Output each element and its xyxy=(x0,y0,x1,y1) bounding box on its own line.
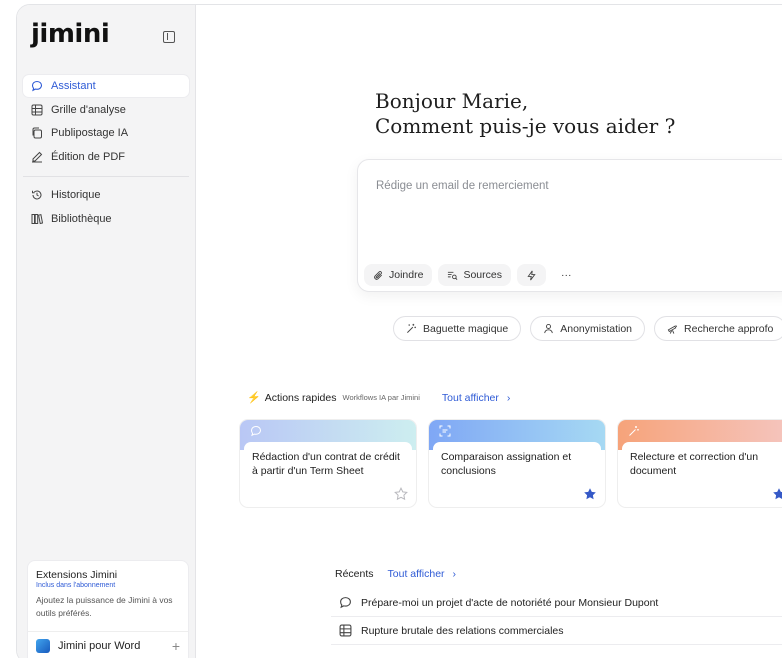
chat-bubble-icon xyxy=(340,597,351,609)
telescope-icon xyxy=(667,325,678,334)
quick-actions-cards: Rédaction d'un contrat de crédit à parti… xyxy=(239,419,782,508)
chip-recherche[interactable]: Recherche approfo xyxy=(654,316,782,341)
sources-button[interactable]: Sources xyxy=(438,264,511,286)
lightning-icon xyxy=(527,270,536,280)
sidebar-divider xyxy=(23,176,189,177)
chip-magic-wand[interactable]: Baguette magique xyxy=(393,316,522,341)
star-filled-icon[interactable] xyxy=(583,487,597,501)
attach-button[interactable]: Joindre xyxy=(364,264,433,286)
greeting: Bonjour Marie, Comment puis-je vous aide… xyxy=(375,89,675,139)
sidebar-item-grille[interactable]: Grille d'analyse xyxy=(23,99,189,121)
more-options-button[interactable]: ··· xyxy=(552,264,581,286)
copy-docs-icon xyxy=(31,127,43,139)
table-grid-icon xyxy=(31,104,43,116)
library-icon xyxy=(31,213,43,225)
chip-label: Baguette magique xyxy=(423,322,509,335)
scan-icon xyxy=(439,425,451,437)
recents-title: Récents xyxy=(335,568,374,580)
star-outline-icon[interactable] xyxy=(394,487,408,501)
chip-label: Anonymistation xyxy=(560,322,633,335)
list-item[interactable]: Prépare-moi un projet d'acte de notoriét… xyxy=(331,589,782,617)
attach-label: Joindre xyxy=(389,269,424,281)
jimini-word-extension[interactable]: Jimini pour Word + xyxy=(28,631,188,658)
sidebar-item-assistant[interactable]: Assistant xyxy=(23,75,189,97)
chat-bubble-icon xyxy=(31,80,43,92)
search-list-icon xyxy=(448,271,458,280)
card-label: Rédaction d'un contrat de crédit à parti… xyxy=(244,442,412,503)
greeting-line-2: Comment puis-je vous aider ? xyxy=(375,114,676,138)
recent-label: Rupture brutale des relations commercial… xyxy=(361,624,564,637)
sidebar-item-label: Grille d'analyse xyxy=(51,103,126,116)
prompt-input[interactable]: Rédige un email de remerciement xyxy=(376,180,549,192)
word-icon xyxy=(36,639,50,653)
sidebar-item-label: Édition de PDF xyxy=(51,150,125,163)
history-icon xyxy=(31,189,43,201)
quick-actions-title: Actions rapides xyxy=(264,391,337,404)
card-label: Relecture et correction d'un document xyxy=(622,442,782,503)
collapse-sidebar-icon[interactable] xyxy=(163,31,175,43)
chevron-right-icon: › xyxy=(452,568,457,580)
magic-wand-icon xyxy=(407,323,416,333)
app-window: jimini Assistant Grille d'analyse Publip… xyxy=(16,4,782,658)
recent-label: Prépare-moi un projet d'acte de notoriét… xyxy=(361,596,659,609)
quick-action-card[interactable]: Relecture et correction d'un document xyxy=(617,419,782,508)
extensions-title: Extensions Jimini xyxy=(36,569,118,581)
recents-see-all-link[interactable]: Tout afficher xyxy=(388,568,445,580)
sidebar-item-label: Historique xyxy=(51,189,101,201)
list-item[interactable]: Rupture brutale des relations commercial… xyxy=(331,617,782,645)
sidebar: jimini Assistant Grille d'analyse Publip… xyxy=(17,5,196,658)
sidebar-item-label: Publipostage IA xyxy=(51,127,129,139)
sidebar-item-label: Assistant xyxy=(51,80,96,92)
quick-actions-header: ⚡ Actions rapides Workflows IA par Jimin… xyxy=(247,391,511,405)
sources-label: Sources xyxy=(463,269,502,281)
sidebar-item-label: Bibliothèque xyxy=(51,212,112,225)
extension-label: Jimini pour Word xyxy=(58,640,141,652)
sidebar-item-bibliotheque[interactable]: Bibliothèque xyxy=(23,208,189,230)
chip-label: Recherche approfo xyxy=(684,322,774,335)
chip-anonymisation[interactable]: Anonymistation xyxy=(530,316,646,341)
extensions-card: Extensions Jimini Inclus dans l'abonneme… xyxy=(27,560,189,658)
main-content: Bonjour Marie, Comment puis-je vous aide… xyxy=(197,5,782,658)
user-icon xyxy=(544,324,554,334)
quick-action-card[interactable]: Rédaction d'un contrat de crédit à parti… xyxy=(239,419,417,508)
chevron-right-icon: › xyxy=(506,391,511,404)
sidebar-nav-secondary: Historique Bibliothèque xyxy=(23,184,189,231)
recents-list: Prépare-moi un projet d'acte de notoriét… xyxy=(331,589,782,645)
star-filled-icon[interactable] xyxy=(772,487,782,501)
quick-actions-see-all-link[interactable]: Tout afficher xyxy=(442,392,499,404)
magic-wand-icon xyxy=(629,426,639,436)
paperclip-icon xyxy=(374,270,383,280)
sidebar-item-publipostage[interactable]: Publipostage IA xyxy=(23,122,189,144)
tool-chips: Baguette magique Anonymistation Recherch… xyxy=(393,316,782,341)
prompt-composer[interactable]: Rédige un email de remerciement Joindre … xyxy=(357,159,782,292)
pencil-icon xyxy=(31,151,43,163)
chat-bubble-icon xyxy=(250,425,262,437)
table-grid-icon xyxy=(339,624,352,637)
sidebar-nav-primary: Assistant Grille d'analyse Publipostage … xyxy=(23,75,189,169)
card-label: Comparaison assignation et conclusions xyxy=(433,442,601,503)
recents-header: Récents Tout afficher › xyxy=(335,568,456,580)
sidebar-item-edition-pdf[interactable]: Édition de PDF xyxy=(23,146,189,168)
composer-toolbar: Joindre Sources ··· xyxy=(364,264,586,286)
quick-actions-subtitle: Workflows IA par Jimini xyxy=(342,393,420,402)
sidebar-item-historique[interactable]: Historique xyxy=(23,184,189,206)
quick-action-button[interactable] xyxy=(516,264,546,286)
quick-action-card[interactable]: Comparaison assignation et conclusions xyxy=(428,419,606,508)
jimini-logo[interactable]: jimini xyxy=(31,19,110,49)
plus-icon[interactable]: + xyxy=(172,638,180,654)
extensions-subtitle: Inclus dans l'abonnement xyxy=(36,582,116,589)
extensions-description: Ajoutez la puissance de Jimini à vos out… xyxy=(36,595,173,618)
greeting-line-1: Bonjour Marie, xyxy=(375,89,529,113)
lightning-icon: ⚡ xyxy=(247,392,261,404)
